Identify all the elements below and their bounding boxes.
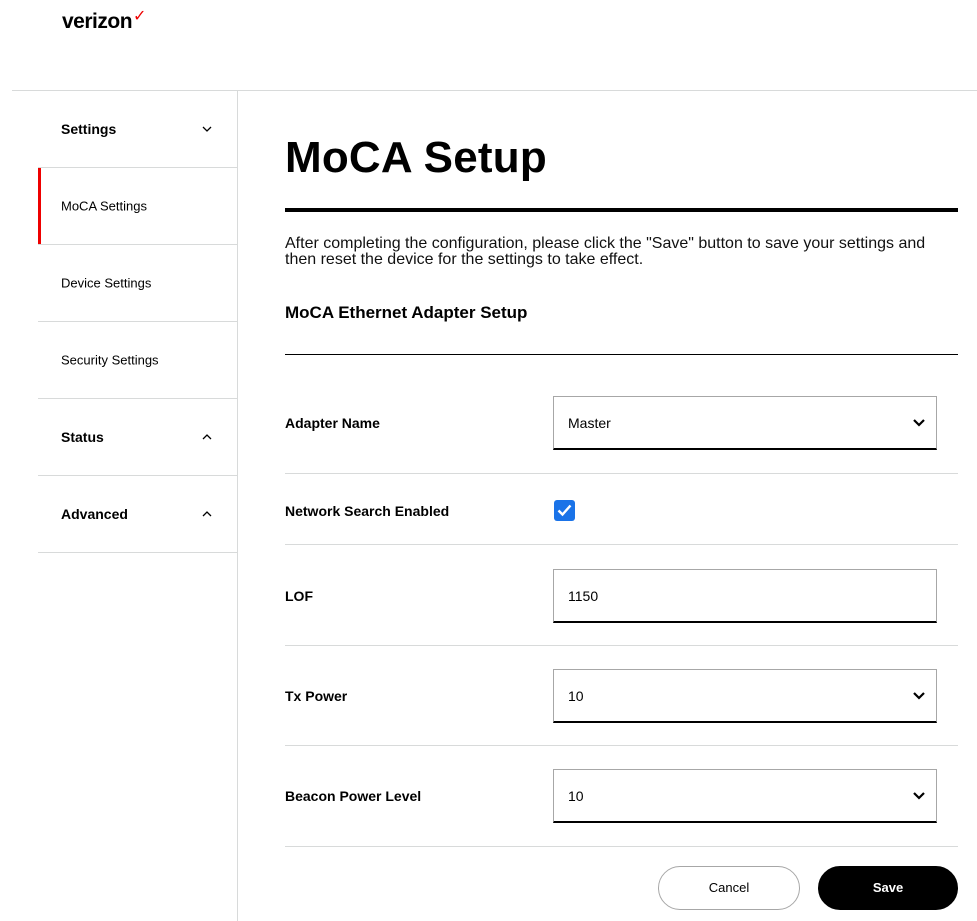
adapter-name-label: Adapter Name	[285, 415, 380, 431]
sidebar-item-security-settings[interactable]: Security Settings	[38, 322, 237, 399]
tx-power-label: Tx Power	[285, 688, 348, 704]
beacon-power-select[interactable]: 10	[553, 769, 937, 823]
chevron-down-icon	[913, 691, 925, 700]
sidebar-section-label: Advanced	[61, 506, 128, 522]
sidebar-item-label: Security Settings	[61, 352, 159, 368]
chevron-up-icon	[202, 511, 212, 517]
tx-power-value: 10	[568, 687, 584, 704]
row-divider	[285, 846, 958, 847]
sidebar-item-label: Device Settings	[61, 275, 152, 291]
cancel-button[interactable]: Cancel	[658, 866, 800, 910]
lof-value: 1150	[568, 587, 599, 604]
logo-check-icon: ✓	[133, 8, 146, 25]
page-title: MoCA Setup	[285, 133, 547, 182]
tx-power-select[interactable]: 10	[553, 669, 937, 723]
verizon-logo[interactable]: verizon✓	[62, 8, 146, 34]
chevron-down-icon	[913, 791, 925, 800]
lof-input[interactable]: 1150	[553, 569, 937, 623]
sidebar-item-moca-settings[interactable]: MoCA Settings	[38, 168, 237, 245]
sidebar-section-advanced[interactable]: Advanced	[38, 476, 237, 553]
row-divider	[285, 473, 958, 474]
intro-text: After completing the configuration, plea…	[285, 235, 926, 268]
sidebar-section-label: Settings	[61, 121, 117, 137]
sidebar: Settings MoCA Settings Device Settings S…	[38, 91, 238, 921]
adapter-name-value: Master	[568, 414, 611, 431]
sidebar-section-settings[interactable]: Settings	[38, 91, 237, 168]
section-divider	[285, 354, 958, 355]
sidebar-item-label: MoCA Settings	[61, 198, 147, 214]
sidebar-section-label: Status	[61, 429, 104, 445]
adapter-name-select[interactable]: Master	[553, 396, 937, 450]
logo-text: verizon	[62, 10, 133, 33]
checkmark-icon	[557, 504, 572, 517]
network-search-label: Network Search Enabled	[285, 503, 450, 519]
title-divider	[285, 208, 958, 212]
chevron-down-icon	[913, 418, 925, 427]
section-heading: MoCA Ethernet Adapter Setup	[285, 303, 528, 322]
network-search-checkbox[interactable]	[554, 500, 575, 521]
row-divider	[285, 544, 958, 545]
chevron-down-icon	[202, 126, 212, 132]
beacon-power-value: 10	[568, 787, 584, 804]
beacon-power-label: Beacon Power Level	[285, 788, 422, 804]
save-button[interactable]: Save	[818, 866, 958, 910]
row-divider	[285, 745, 958, 746]
lof-label: LOF	[285, 588, 313, 604]
sidebar-item-device-settings[interactable]: Device Settings	[38, 245, 237, 322]
sidebar-section-status[interactable]: Status	[38, 399, 237, 476]
chevron-up-icon	[202, 434, 212, 440]
row-divider	[285, 645, 958, 646]
